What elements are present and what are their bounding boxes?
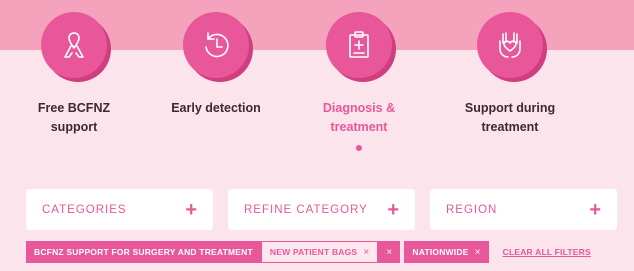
category-label: Early detection [171, 101, 261, 115]
plus-icon: + [185, 198, 197, 221]
category-label: Free BCFNZ support [37, 101, 111, 134]
plus-icon: + [589, 198, 601, 221]
chip-label: NEW PATIENT BAGS [269, 247, 358, 257]
chip-label: BCFNZ SUPPORT FOR SURGERY AND TREATMENT [34, 247, 253, 257]
filter-chip-main: BCFNZ SUPPORT FOR SURGERY AND TREATMENT [26, 241, 261, 263]
remove-sub-filter-icon[interactable]: × [363, 247, 369, 258]
categories-filter[interactable]: CATEGORIES + [26, 189, 213, 230]
region-filter[interactable]: REGION + [430, 189, 617, 230]
clipboard-icon [326, 12, 392, 78]
active-filters: BCFNZ SUPPORT FOR SURGERY AND TREATMENT … [26, 241, 591, 263]
filter-chip-main-remove[interactable]: × [378, 241, 401, 263]
clear-all-filters-link[interactable]: CLEAR ALL FILTERS [503, 247, 591, 257]
filter-chip-region: NATIONWIDE × [404, 241, 489, 263]
filter-label: CATEGORIES [42, 203, 127, 216]
chip-label: NATIONWIDE [412, 247, 469, 257]
clock-icon [183, 12, 249, 78]
hands-heart-icon [477, 12, 543, 78]
filter-label: REFINE CATEGORY [244, 203, 368, 216]
category-label: Diagnosis & treatment [322, 101, 396, 134]
plus-icon: + [387, 198, 399, 221]
carousel-dot[interactable] [356, 145, 362, 151]
category-carousel: Free BCFNZ support Early detection Diagn… [0, 0, 634, 160]
refine-category-filter[interactable]: REFINE CATEGORY + [228, 189, 415, 230]
remove-region-filter-icon[interactable]: × [475, 247, 481, 258]
ribbon-icon [41, 12, 107, 78]
filter-label: REGION [446, 203, 498, 216]
filter-chip-sub: NEW PATIENT BAGS × [260, 241, 379, 263]
remove-main-filter-icon[interactable]: × [386, 247, 392, 258]
category-label: Support during treatment [464, 101, 556, 134]
